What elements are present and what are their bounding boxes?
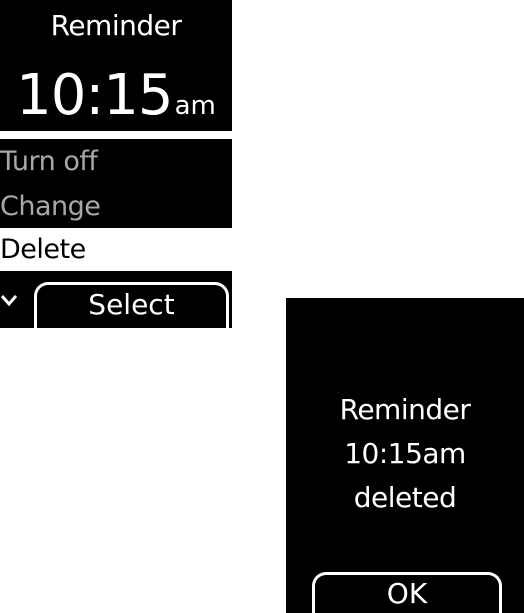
reminder-time-meridiem: am bbox=[174, 91, 216, 121]
confirm-message-line-2: 10:15am bbox=[344, 437, 466, 470]
select-button[interactable]: Select bbox=[34, 282, 229, 332]
reminder-menu-screen: Reminder 10:15am Turn off Change Delete … bbox=[0, 0, 232, 332]
reminder-header: Reminder 10:15am bbox=[0, 0, 232, 131]
reminder-deleted-screen: Reminder 10:15am deleted OK bbox=[286, 298, 524, 613]
confirm-message-line-3: deleted bbox=[353, 481, 457, 514]
reminder-time-value: 10:15 bbox=[16, 63, 173, 128]
chevron-down-icon[interactable] bbox=[0, 293, 18, 307]
menu-item-change[interactable]: Change bbox=[0, 189, 232, 225]
reminder-title: Reminder bbox=[50, 9, 182, 42]
reminder-time: 10:15am bbox=[0, 64, 232, 128]
reminder-options-list: Turn off Change bbox=[0, 139, 232, 228]
softkey-bar: Select bbox=[0, 271, 232, 332]
menu-item-turn-off[interactable]: Turn off bbox=[0, 144, 232, 180]
confirm-message-line-1: Reminder bbox=[339, 393, 471, 426]
menu-item-delete[interactable]: Delete bbox=[0, 232, 232, 268]
ok-button[interactable]: OK bbox=[312, 572, 502, 613]
